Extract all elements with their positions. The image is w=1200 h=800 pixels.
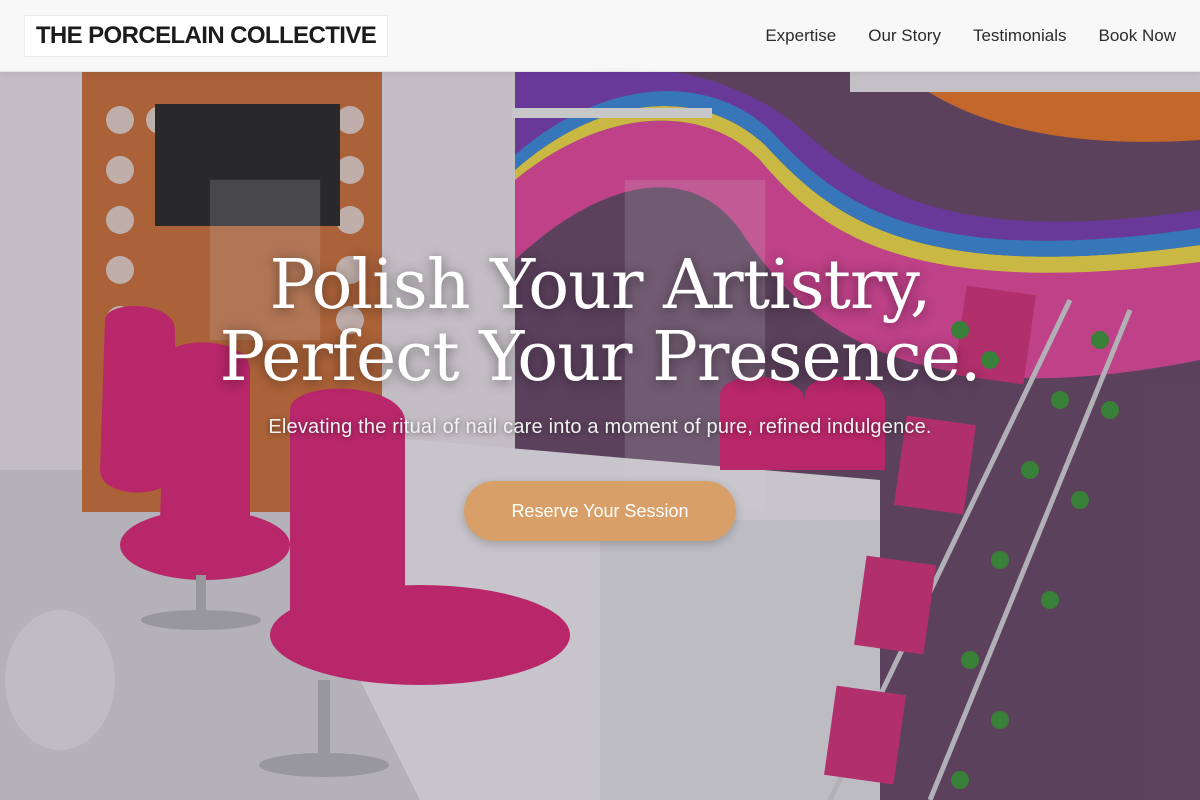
hero-headline-line-2: Perfect Your Presence. <box>219 318 981 397</box>
hero-headline-line-1: Polish Your Artistry, <box>269 246 932 325</box>
nav-item-book-now[interactable]: Book Now <box>1099 26 1176 46</box>
hero-content: Polish Your Artistry, Perfect Your Prese… <box>0 250 1200 541</box>
hero-tagline: Elevating the ritual of nail care into a… <box>268 416 932 438</box>
reserve-session-button[interactable]: Reserve Your Session <box>464 481 736 541</box>
nav-item-expertise[interactable]: Expertise <box>765 26 836 46</box>
nav-item-our-story[interactable]: Our Story <box>868 26 941 46</box>
main-nav: Expertise Our Story Testimonials Book No… <box>733 0 1176 72</box>
brand-logo[interactable]: THE PORCELAIN COLLECTIVE <box>24 15 388 57</box>
site-header: THE PORCELAIN COLLECTIVE Expertise Our S… <box>0 0 1200 72</box>
hero-headline: Polish Your Artistry, Perfect Your Prese… <box>0 250 1200 394</box>
nav-item-testimonials[interactable]: Testimonials <box>973 26 1067 46</box>
